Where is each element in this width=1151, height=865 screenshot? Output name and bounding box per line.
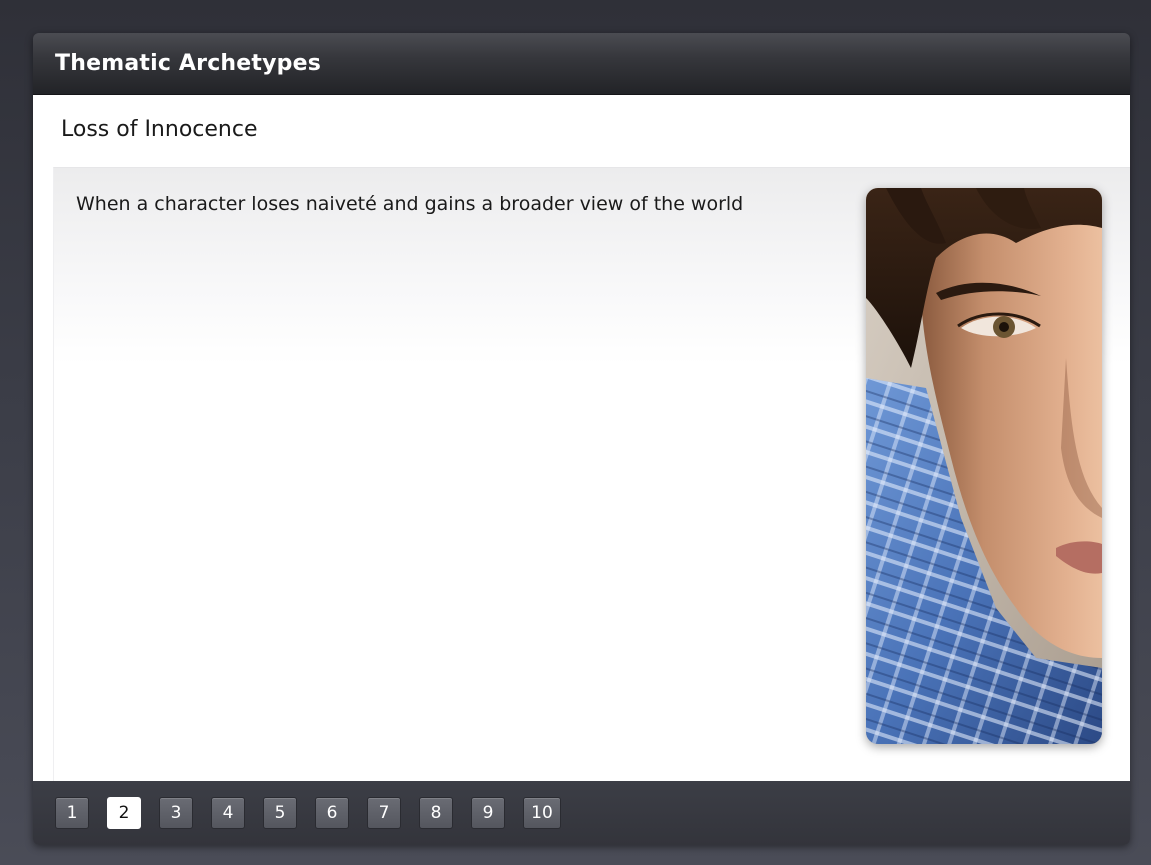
title-bar: Thematic Archetypes	[33, 33, 1130, 95]
slide-heading: Loss of Innocence	[61, 117, 258, 142]
page-button-1[interactable]: 1	[55, 797, 89, 829]
page-button-6[interactable]: 6	[315, 797, 349, 829]
window-title: Thematic Archetypes	[55, 51, 322, 76]
slide-photo	[866, 188, 1102, 744]
page-button-4[interactable]: 4	[211, 797, 245, 829]
page-button-10[interactable]: 10	[523, 797, 561, 829]
page-button-8[interactable]: 8	[419, 797, 453, 829]
slide-body-text: When a character loses naiveté and gains…	[76, 193, 744, 215]
page-button-9[interactable]: 9	[471, 797, 505, 829]
page-button-2[interactable]: 2	[107, 797, 141, 829]
page-button-7[interactable]: 7	[367, 797, 401, 829]
content-panel: When a character loses naiveté and gains…	[53, 167, 1130, 782]
slide-window: Thematic Archetypes Loss of Innocence Wh…	[33, 33, 1130, 845]
slide-content: Loss of Innocence When a character loses…	[33, 95, 1130, 782]
pagination-bar: 1 2 3 4 5 6 7 8 9 10	[33, 781, 1130, 845]
page-button-3[interactable]: 3	[159, 797, 193, 829]
page-button-5[interactable]: 5	[263, 797, 297, 829]
